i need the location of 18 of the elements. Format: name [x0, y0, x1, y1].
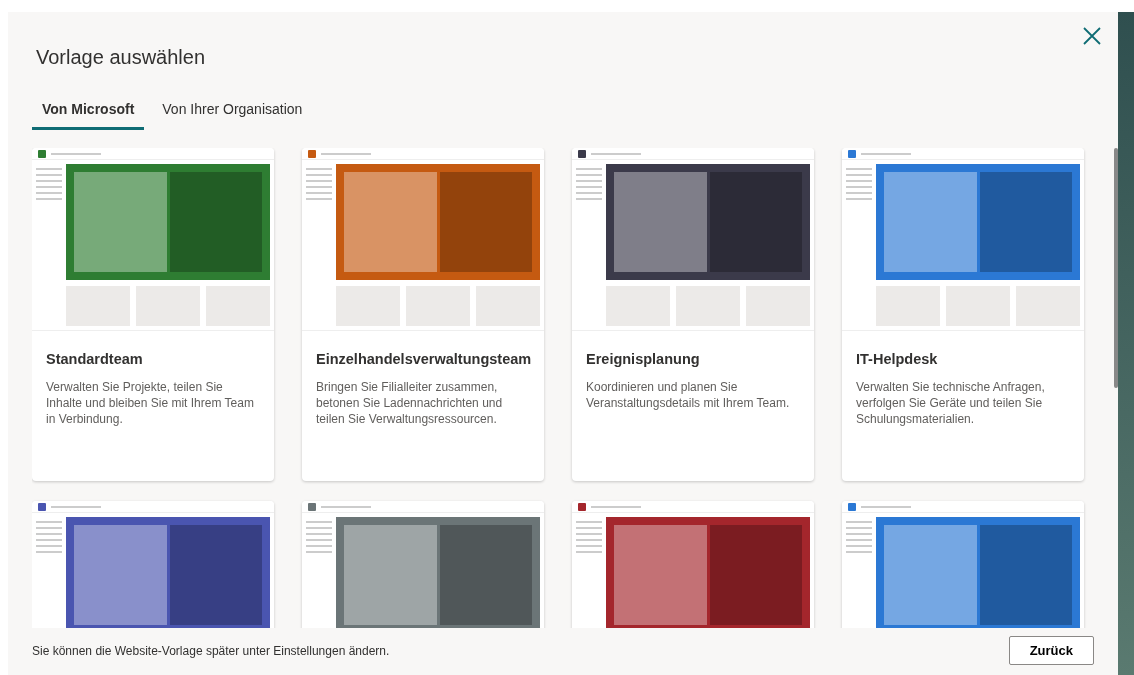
template-description: Verwalten Sie technische Anfragen, verfolgen Sie Geräte und teilen Sie Schulungsmaterialien. — [856, 379, 1046, 427]
template-title: IT-Helpdesk — [856, 351, 939, 367]
template-title: Standardteam — [46, 351, 144, 367]
template-title: Einzelhandelsverwaltungsteam — [316, 351, 530, 367]
template-card[interactable]: Standardteam Verwalten Sie Projekte, teilen Sie Inhalte und bleiben Sie mit Ihrem Team in Verbindung. — [32, 148, 274, 481]
back-button[interactable]: Zurück — [1008, 636, 1094, 665]
template-description: Verwalten Sie Projekte, teilen Sie Inhalte und bleiben Sie mit Ihrem Team in Verbindung. — [46, 379, 255, 427]
template-title: Ereignisplanung — [586, 351, 701, 367]
tab[interactable]: Von Microsoft — [32, 95, 145, 130]
template-description: Koordinieren und planen Sie Veranstaltungsdetails mit Ihrem Team. — [586, 379, 791, 411]
template-description: Bringen Sie Filialleiter zusammen, betonen Sie Ladennachrichten und teilen Sie Verwaltungsressourcen. — [316, 379, 504, 427]
template-card[interactable]: IT-Helpdesk Verwalten Sie technische Anfragen, verfolgen Sie Geräte und teilen Sie Schulungsmaterialien. — [842, 148, 1084, 481]
footer-note: Sie können die Website-Vorlage später unter Einstellungen ändern. — [32, 643, 390, 658]
tab[interactable]: Von Ihrer Organisation — [152, 95, 313, 130]
template-card[interactable]: Ereignisplanung Koordinieren und planen Sie Veranstaltungsdetails mit Ihrem Team. — [572, 148, 814, 481]
scrollbar[interactable] — [1114, 148, 1118, 388]
dialog-title: Vorlage auswählen — [36, 46, 206, 69]
template-card[interactable]: Einzelhandelsverwaltungsteam Bringen Sie Filialleiter zusammen, betonen Sie Ladennachrichten und teilen Sie Verwaltungsressourcen. — [302, 148, 544, 481]
